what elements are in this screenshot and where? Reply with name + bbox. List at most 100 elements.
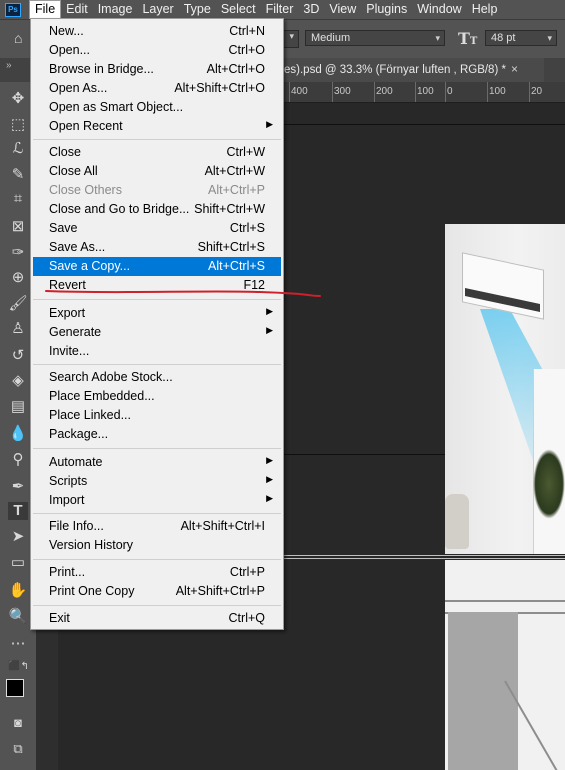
menu-item-scripts[interactable]: Scripts ▶ — [33, 472, 281, 491]
menu-item-save[interactable]: Save Ctrl+S — [33, 219, 281, 238]
menu-item-open-recent[interactable]: Open Recent ▶ — [33, 117, 281, 136]
menu-view[interactable]: View — [324, 0, 361, 19]
move-tool-icon[interactable]: ✥ — [8, 90, 28, 108]
menu-bar: Ps File Edit Image Layer Type Select Fil… — [0, 0, 565, 19]
menu-item-place-linked[interactable]: Place Linked... — [33, 406, 281, 425]
menu-item-package[interactable]: Package... — [33, 425, 281, 444]
menu-item-import[interactable]: Import ▶ — [33, 491, 281, 510]
ruler-label: 100 — [489, 86, 506, 97]
submenu-arrow-icon: ▶ — [266, 455, 273, 465]
frame-tool-icon[interactable]: ⊠ — [8, 218, 28, 236]
ruler-label: 300 — [334, 86, 351, 97]
history-brush-icon[interactable]: ↺ — [8, 347, 28, 365]
stamp-icon[interactable]: ♙ — [8, 320, 28, 338]
plant-graphic — [533, 449, 565, 519]
canvas-photo-drying-rack — [445, 560, 565, 770]
menu-layer[interactable]: Layer — [137, 0, 178, 19]
menu-item-export[interactable]: Export ▶ — [33, 304, 281, 323]
type-tool-icon[interactable]: T — [8, 502, 28, 520]
vase-graphic — [445, 494, 469, 549]
menu-select[interactable]: Select — [216, 0, 261, 19]
menu-type[interactable]: Type — [179, 0, 216, 19]
pen-icon[interactable]: ✒ — [8, 478, 28, 496]
rectangle-icon[interactable]: ▭ — [8, 554, 28, 572]
menu-item-open-as[interactable]: Open As... Alt+Shift+Ctrl+O — [33, 79, 281, 98]
menu-item-save-a-copy[interactable]: Save a Copy... Alt+Ctrl+S — [33, 257, 281, 276]
quick-mask-icon[interactable]: ◙ — [8, 714, 28, 732]
photoshop-logo: Ps — [5, 2, 21, 17]
menu-item-new[interactable]: New... Ctrl+N — [33, 22, 281, 41]
font-style-dropdown[interactable]: ▾ — [283, 30, 299, 48]
marquee-tool-icon[interactable]: ⬚ — [8, 116, 28, 134]
menu-item-print[interactable]: Print... Ctrl+P — [33, 563, 281, 582]
menu-help[interactable]: Help — [467, 0, 503, 19]
blur-icon[interactable]: 💧 — [8, 425, 28, 443]
lasso-tool-icon[interactable]: ℒ — [8, 140, 28, 158]
collapse-panel-icon[interactable]: » — [6, 60, 12, 71]
font-weight-dropdown[interactable]: Medium ▾ — [305, 30, 445, 46]
menu-item-open[interactable]: Open... Ctrl+O — [33, 41, 281, 60]
document-tab-title: es).psd @ 33.3% (Förnyar luften , RGB/8)… — [284, 64, 506, 76]
submenu-arrow-icon: ▶ — [266, 306, 273, 316]
menu-item-search-adobe-stock[interactable]: Search Adobe Stock... — [33, 368, 281, 387]
rack-bar — [445, 600, 565, 602]
menu-separator — [33, 448, 281, 449]
menu-item-close[interactable]: Close Ctrl+W — [33, 143, 281, 162]
menu-item-generate[interactable]: Generate ▶ — [33, 323, 281, 342]
brush-icon[interactable]: 🖌 — [8, 295, 28, 313]
close-icon[interactable]: × — [511, 62, 518, 76]
menu-item-browse-in-bridge[interactable]: Browse in Bridge... Alt+Ctrl+O — [33, 60, 281, 79]
font-size-dropdown[interactable]: 48 pt ▾ — [485, 30, 557, 46]
dodge-icon[interactable]: ⚲ — [8, 451, 28, 469]
submenu-arrow-icon: ▶ — [266, 493, 273, 503]
submenu-arrow-icon: ▶ — [266, 474, 273, 484]
menu-item-close-others: Close Others Alt+Ctrl+P — [49, 183, 265, 197]
eyedropper-icon[interactable]: ✑ — [8, 244, 28, 262]
menu-item-place-embedded[interactable]: Place Embedded... — [33, 387, 281, 406]
magic-wand-icon[interactable]: ✎ — [8, 166, 28, 184]
menu-image[interactable]: Image — [93, 0, 138, 19]
file-menu-dropdown: New... Ctrl+N Open... Ctrl+O Browse in Bri… — [30, 18, 284, 630]
menu-item-version-history[interactable]: Version History — [33, 536, 281, 555]
foreground-color-swatch[interactable] — [6, 679, 24, 697]
menu-3d[interactable]: 3D — [298, 0, 324, 19]
menu-edit[interactable]: Edit — [61, 0, 93, 19]
horizontal-ruler: 400 300 200 100 0 100 20 — [284, 82, 565, 103]
menu-separator — [33, 513, 281, 514]
crop-tool-icon[interactable]: ⌗ — [8, 190, 28, 208]
menu-separator — [33, 364, 281, 365]
path-select-icon[interactable]: ➤ — [8, 528, 28, 546]
menu-window[interactable]: Window — [412, 0, 466, 19]
font-size-value: 48 pt — [491, 32, 516, 44]
menu-item-save-as[interactable]: Save As... Shift+Ctrl+S — [33, 238, 281, 257]
menu-item-close-and-go-to-bridge[interactable]: Close and Go to Bridge... Shift+Ctrl+W — [33, 200, 281, 219]
menu-filter[interactable]: Filter — [261, 0, 299, 19]
menu-separator — [33, 605, 281, 606]
menu-file[interactable]: File — [29, 0, 62, 19]
menu-plugins[interactable]: Plugins — [361, 0, 412, 19]
menu-item-close-all[interactable]: Close All Alt+Ctrl+W — [33, 162, 281, 181]
menu-separator — [33, 559, 281, 560]
menu-item-open-as-smart-object[interactable]: Open as Smart Object... — [33, 98, 281, 117]
eraser-icon[interactable]: ◈ — [8, 372, 28, 390]
more-tools-icon[interactable]: ⋯ — [8, 635, 28, 653]
menu-item-exit[interactable]: Exit Ctrl+Q — [33, 609, 281, 628]
menu-item-revert[interactable]: Revert F12 — [33, 276, 281, 295]
default-colors-icon[interactable]: ⬛↰ — [8, 658, 29, 676]
gradient-icon[interactable]: ▤ — [8, 398, 28, 416]
font-weight-value: Medium — [311, 32, 351, 44]
zoom-icon[interactable]: 🔍 — [8, 608, 28, 626]
hand-icon[interactable]: ✋ — [8, 582, 28, 600]
menu-item-file-info[interactable]: File Info... Alt+Shift+Ctrl+I — [33, 517, 281, 536]
menu-item-print-one-copy[interactable]: Print One Copy Alt+Shift+Ctrl+P — [33, 582, 281, 601]
menu-item-invite[interactable]: Invite... — [33, 342, 281, 361]
chevron-down-icon: ▾ — [289, 31, 294, 41]
home-icon[interactable]: ⌂ — [14, 31, 28, 45]
document-tab[interactable]: es).psd @ 33.3% (Förnyar luften , RGB/8)… — [284, 58, 544, 82]
screen-mode-icon[interactable]: ⧉ — [8, 740, 28, 758]
menu-separator — [33, 139, 281, 140]
menu-item-automate[interactable]: Automate ▶ — [33, 453, 281, 472]
ruler-label: 200 — [376, 86, 393, 97]
ruler-label: 0 — [447, 86, 453, 97]
healing-brush-icon[interactable]: ⊕ — [8, 269, 28, 287]
